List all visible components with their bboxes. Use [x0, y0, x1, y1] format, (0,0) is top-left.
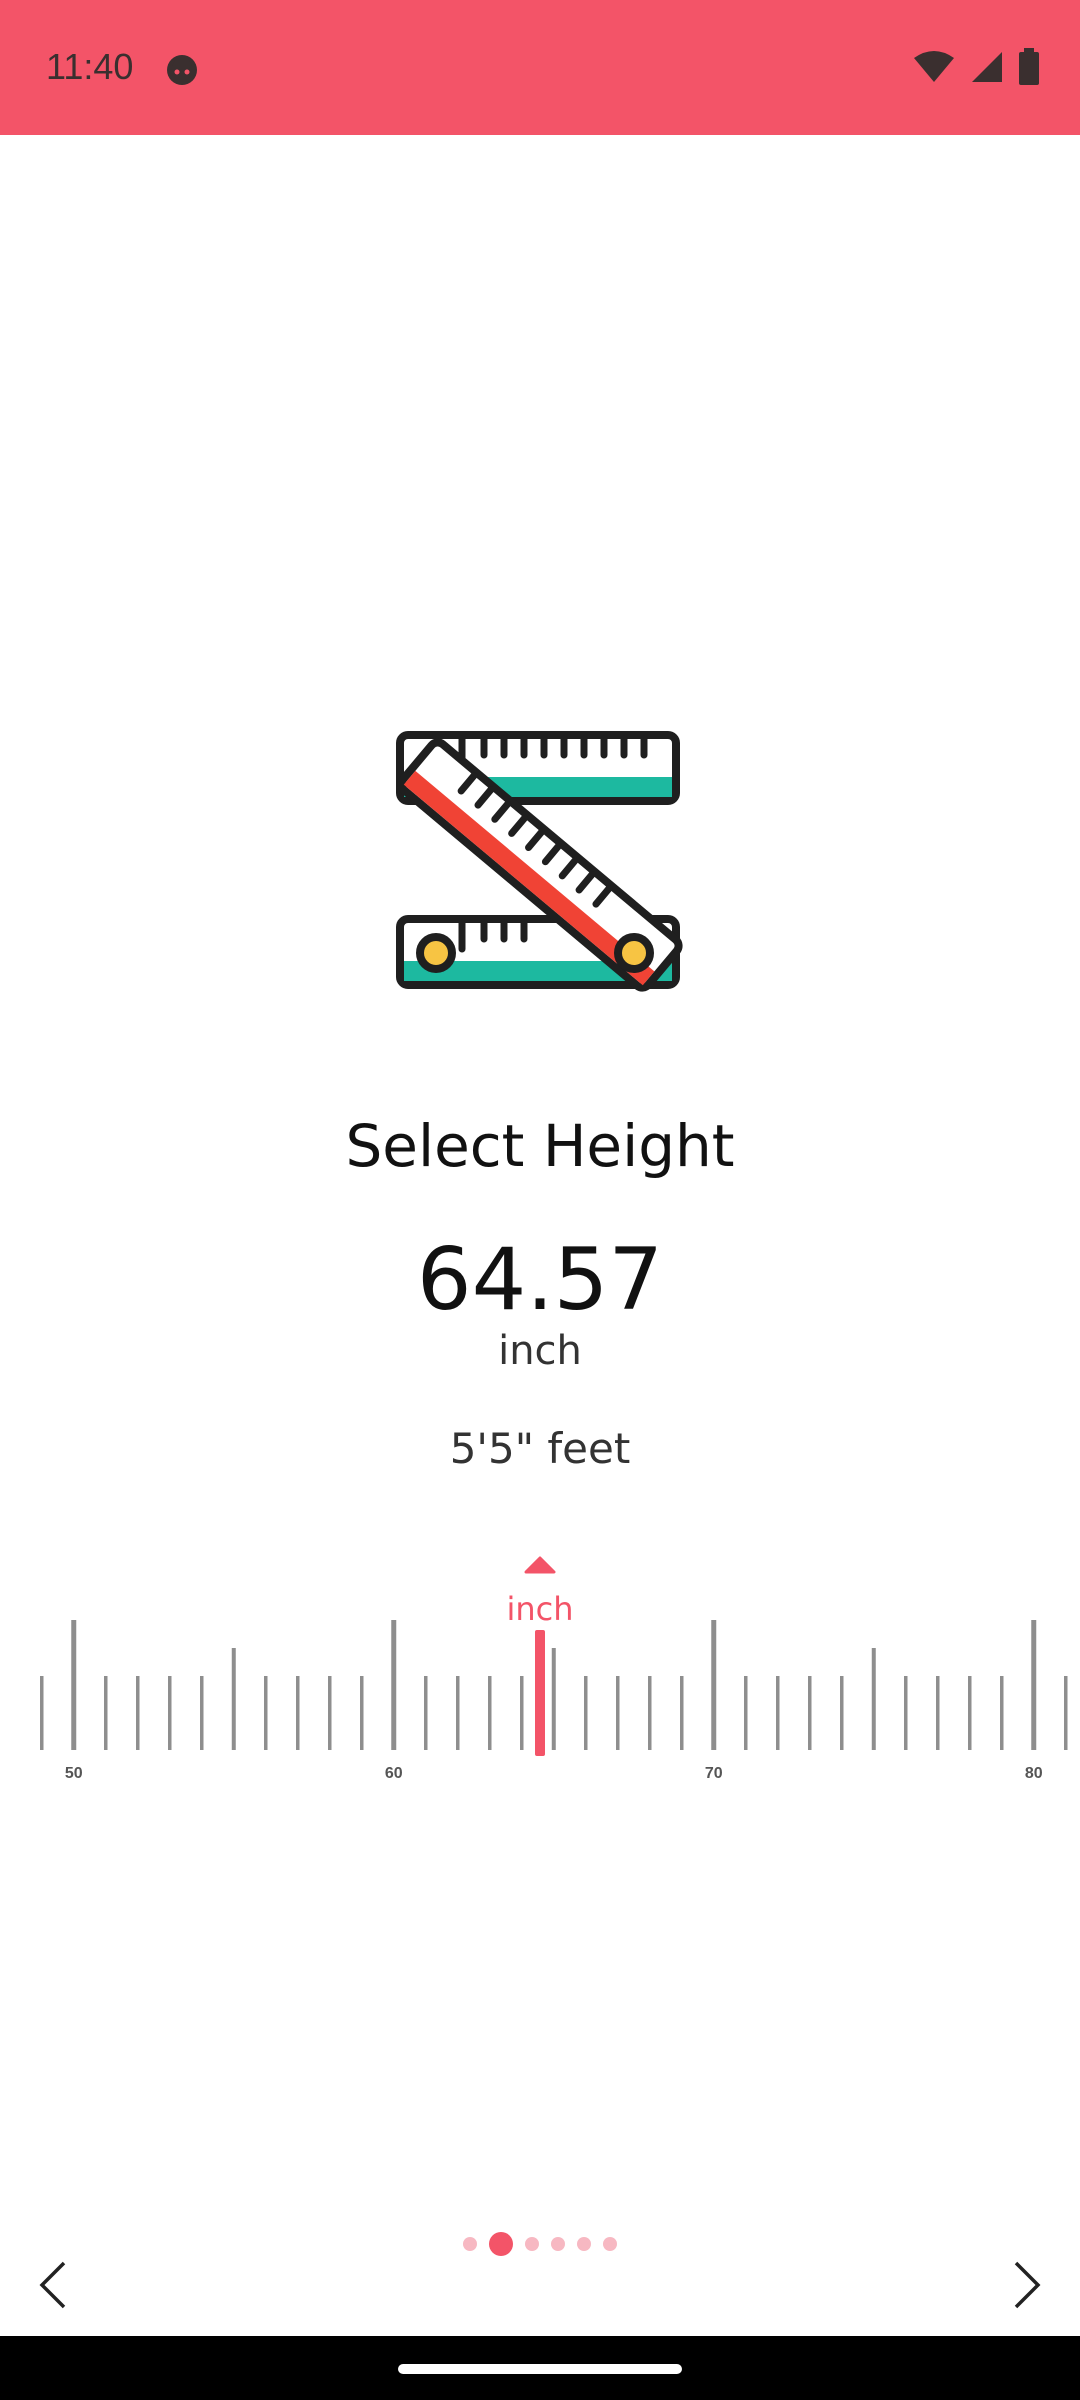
page-indicator-dot	[525, 2237, 539, 2251]
battery-icon	[1018, 48, 1040, 91]
wifi-icon	[912, 50, 956, 89]
home-gesture-handle[interactable]	[398, 2364, 682, 2374]
navigation-gesture-bar	[0, 2336, 1080, 2400]
page-title: Select Height	[345, 1112, 735, 1180]
chevron-left-icon	[39, 2261, 66, 2309]
status-icons	[912, 48, 1040, 91]
ruler-tick-label: 60	[385, 1765, 403, 1782]
page-indicator-dot	[551, 2237, 565, 2251]
height-ruler-slider[interactable]: 50 60 70 80	[0, 1550, 1080, 1790]
next-button[interactable]	[996, 2255, 1056, 2315]
height-unit: inch	[498, 1328, 582, 1374]
status-time: 11:40	[46, 46, 134, 87]
page-indicator-dot	[463, 2237, 477, 2251]
cellular-signal-icon	[970, 50, 1004, 89]
folding-ruler-icon	[392, 725, 688, 1005]
status-bar: 11:40	[0, 0, 1080, 135]
notification-face-icon	[164, 52, 200, 93]
page-indicator-dot	[489, 2232, 513, 2256]
back-button[interactable]	[24, 2255, 84, 2315]
ruler-pointer-icon	[524, 1556, 556, 1574]
page-indicator-dot	[603, 2237, 617, 2251]
page-indicator	[0, 2232, 1080, 2256]
height-feet: 5'5" feet	[449, 1424, 631, 1473]
ruler-tick-label: 50	[65, 1765, 83, 1782]
ruler-tick-label: 80	[1025, 1765, 1043, 1782]
ruler-selection-indicator[interactable]	[535, 1630, 545, 1756]
chevron-right-icon	[1014, 2261, 1041, 2309]
ruler-tick-label: 70	[705, 1765, 723, 1782]
page-indicator-dot	[577, 2237, 591, 2251]
height-value: 64.57	[416, 1230, 664, 1330]
